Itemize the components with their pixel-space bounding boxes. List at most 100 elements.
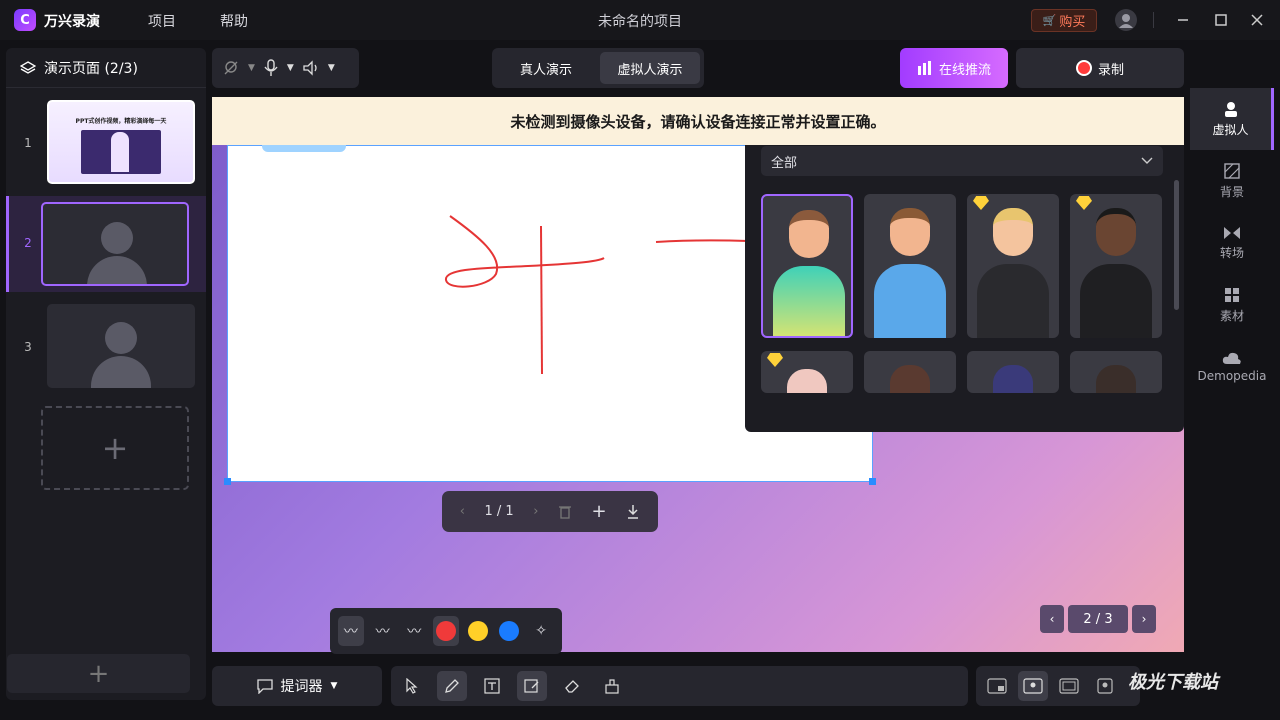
slide-item-2[interactable]: 2 <box>6 196 206 292</box>
avatar-filter-label: 全部 <box>771 155 798 171</box>
person-placeholder-icon <box>105 322 137 354</box>
magic-pen-icon[interactable]: ✧ <box>528 616 554 646</box>
prev-page-icon[interactable]: ‹ <box>460 504 465 519</box>
minimize-icon[interactable] <box>1172 9 1194 31</box>
sidebar-item-avatar[interactable]: 虚拟人 <box>1190 88 1274 150</box>
note-icon[interactable] <box>517 671 547 701</box>
color-swatch <box>499 621 520 641</box>
camera-icon[interactable] <box>222 59 240 77</box>
chevron-down-icon[interactable]: ▼ <box>287 63 294 73</box>
background-icon <box>1224 162 1240 179</box>
whiteboard-page-controls: ‹ 1 / 1 › + <box>442 491 658 532</box>
prompter-label: 提词器 <box>280 679 323 695</box>
slides-header: 演示页面 (2/3) <box>6 48 206 88</box>
color-red-swatch[interactable] <box>433 616 459 646</box>
buy-label: 购买 <box>1059 15 1086 30</box>
chevron-down-icon[interactable]: ▼ <box>248 63 255 73</box>
ink-stroke <box>540 225 543 375</box>
pen-thin-tool[interactable]: 〰 <box>338 616 364 646</box>
color-swatch <box>436 621 457 641</box>
slides-header-label: 演示页面 (2/3) <box>44 60 138 77</box>
microphone-icon[interactable] <box>263 59 279 77</box>
avatar-4[interactable] <box>1070 194 1162 338</box>
color-yellow-swatch[interactable] <box>465 616 491 646</box>
avatar-2[interactable] <box>864 194 956 338</box>
layout-1-icon[interactable] <box>982 671 1012 701</box>
camera-warning-banner: 未检测到摄像头设备，请确认设备连接正常并设置正确。 <box>212 97 1184 145</box>
pointer-icon[interactable] <box>397 671 427 701</box>
avatar-7[interactable] <box>967 351 1059 393</box>
live-stream-button[interactable]: 在线推流 <box>900 48 1008 88</box>
text-icon[interactable] <box>477 671 507 701</box>
ink-stroke <box>445 215 605 288</box>
download-icon[interactable] <box>626 504 640 520</box>
slide-item-3[interactable]: 3 <box>6 300 206 396</box>
chevron-down-icon[interactable]: ▼ <box>328 63 335 73</box>
record-label: 录制 <box>1097 62 1124 78</box>
add-slide-button[interactable]: + <box>41 406 189 490</box>
slide-indicator: 2 / 3 <box>1068 605 1128 633</box>
sidebar-item-transition[interactable]: 转场 <box>1190 212 1274 274</box>
cloud-icon <box>1222 351 1242 365</box>
buy-button[interactable]: 🛒 购买 <box>1031 9 1097 32</box>
layout-2-icon[interactable] <box>1018 671 1048 701</box>
avatar-scrollbar[interactable] <box>1174 180 1179 310</box>
app-logo-icon: C <box>14 9 36 31</box>
layout-3-icon[interactable] <box>1054 671 1084 701</box>
layout-4-icon[interactable] <box>1090 671 1120 701</box>
tab-real-person[interactable]: 真人演示 <box>496 52 596 84</box>
trash-icon[interactable] <box>558 504 572 519</box>
person-icon <box>1223 101 1239 117</box>
chevron-down-icon <box>1141 157 1153 165</box>
slide-number: 3 <box>24 340 32 354</box>
sidebar-item-background[interactable]: 背景 <box>1190 150 1274 212</box>
sidebar-label: Demopedia <box>1197 369 1267 383</box>
next-slide-button[interactable]: › <box>1132 605 1156 633</box>
sidebar-item-demopedia[interactable]: Demopedia <box>1190 336 1274 398</box>
prompter-button[interactable]: 提词器 ▼ <box>212 666 382 706</box>
layout-options <box>976 666 1140 706</box>
bars-icon <box>917 61 933 75</box>
ink-stroke <box>655 239 749 243</box>
sidebar-label: 转场 <box>1219 245 1244 260</box>
resize-handle[interactable] <box>869 478 876 485</box>
slide-thumbnail[interactable]: PPT式创作视频，精彩演绎每一天 <box>47 100 195 184</box>
add-page-button[interactable]: + <box>7 654 190 693</box>
avatar-1[interactable] <box>761 194 853 338</box>
color-blue-swatch[interactable] <box>497 616 523 646</box>
chat-icon <box>256 678 273 694</box>
sidebar-item-material[interactable]: 素材 <box>1190 274 1274 336</box>
pen-icon[interactable] <box>437 671 467 701</box>
record-button[interactable]: 录制 <box>1016 48 1184 88</box>
eraser-icon[interactable] <box>557 671 587 701</box>
speaker-icon[interactable] <box>302 59 320 77</box>
maximize-icon[interactable] <box>1210 9 1232 31</box>
add-page-icon[interactable]: + <box>592 501 607 522</box>
tab-virtual-person[interactable]: 虚拟人演示 <box>600 52 700 84</box>
clear-icon[interactable] <box>597 671 627 701</box>
avatar-3[interactable] <box>967 194 1059 338</box>
mode-tabs: 真人演示 虚拟人演示 <box>492 48 704 88</box>
slide-number: 2 <box>24 236 32 250</box>
slide-number: 1 <box>24 136 32 150</box>
pen-thick-tool[interactable]: 〰 <box>401 616 427 646</box>
menu-help[interactable]: 帮助 <box>220 11 248 31</box>
user-avatar-icon[interactable] <box>1115 9 1137 31</box>
menu-project[interactable]: 项目 <box>148 11 176 31</box>
prev-slide-button[interactable]: ‹ <box>1040 605 1064 633</box>
resize-handle[interactable] <box>224 478 231 485</box>
next-page-icon[interactable]: › <box>533 504 538 519</box>
pen-medium-tool[interactable]: 〰 <box>370 616 396 646</box>
pen-palette: 〰 〰 〰 ✧ <box>330 608 562 654</box>
app-name: 万兴录演 <box>44 14 100 30</box>
slide-thumbnail[interactable] <box>47 304 195 388</box>
avatar-6[interactable] <box>864 351 956 393</box>
premium-gem-icon <box>973 196 989 210</box>
avatar-filter-dropdown[interactable]: 全部 <box>761 146 1163 176</box>
avatar-5[interactable] <box>761 351 853 393</box>
slide-thumbnail[interactable] <box>41 202 189 286</box>
slide-navigation: ‹ 2 / 3 › <box>1040 605 1157 633</box>
close-icon[interactable] <box>1246 9 1268 31</box>
avatar-8[interactable] <box>1070 351 1162 393</box>
slide-item-1[interactable]: 1 PPT式创作视频，精彩演绎每一天 <box>6 96 206 192</box>
